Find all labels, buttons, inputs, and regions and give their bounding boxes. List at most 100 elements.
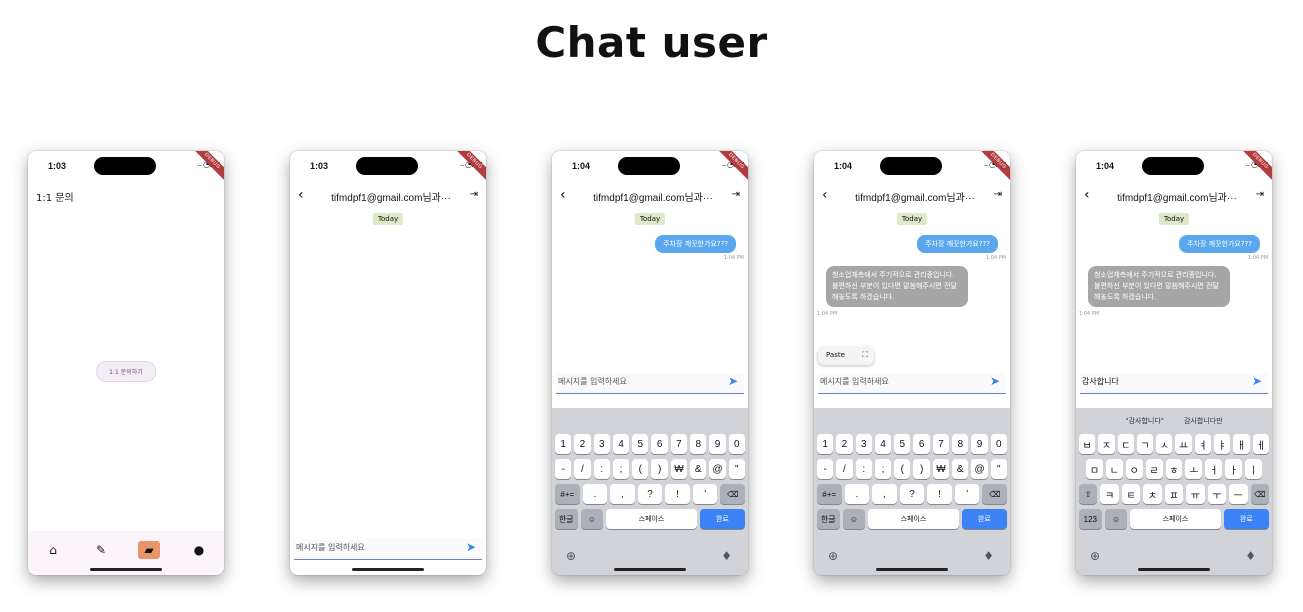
backspace-icon[interactable]: ⌫	[1250, 484, 1269, 504]
mic-icon[interactable]: ♦	[721, 549, 732, 563]
key[interactable]: ㅠ	[1186, 484, 1205, 504]
emoji-icon[interactable]: ☺	[580, 509, 604, 529]
key[interactable]: 8	[690, 434, 707, 454]
key[interactable]: ㅑ	[1214, 434, 1231, 454]
korean-key[interactable]: 한글	[555, 509, 578, 529]
key[interactable]: 6	[651, 434, 668, 454]
key[interactable]: 4	[874, 434, 892, 454]
key[interactable]: 7	[932, 434, 950, 454]
key[interactable]: .	[582, 484, 608, 504]
key[interactable]: ㅕ	[1194, 434, 1212, 454]
key[interactable]: ㅗ	[1185, 459, 1203, 479]
key[interactable]: '	[954, 484, 980, 504]
space-key[interactable]: 스페이스	[606, 509, 697, 529]
key[interactable]: ?	[899, 484, 925, 504]
message-input[interactable]: 메시지를 입력하세요	[820, 376, 889, 387]
key[interactable]: ㅜ	[1207, 484, 1227, 504]
key[interactable]: ㅌ	[1121, 484, 1141, 504]
korean-key[interactable]: 한글	[817, 509, 840, 529]
key[interactable]: -	[817, 459, 834, 479]
key[interactable]: 8	[952, 434, 969, 454]
shift-icon[interactable]: ⇧	[1079, 484, 1098, 504]
key[interactable]: 1	[817, 434, 834, 454]
key[interactable]: ,	[872, 484, 897, 504]
key[interactable]: ㅎ	[1165, 459, 1183, 479]
key[interactable]: /	[836, 459, 853, 479]
key[interactable]: )	[913, 459, 930, 479]
back-icon[interactable]: ‹	[560, 187, 566, 203]
key[interactable]: ?	[637, 484, 663, 504]
key[interactable]: "	[990, 459, 1007, 479]
key[interactable]: /	[574, 459, 591, 479]
back-icon[interactable]: ‹	[298, 187, 304, 203]
key[interactable]: !	[927, 484, 952, 504]
key[interactable]: ㄹ	[1145, 459, 1163, 479]
key[interactable]: ;	[612, 459, 630, 479]
key[interactable]: 4	[612, 434, 630, 454]
backspace-icon[interactable]: ⌫	[720, 484, 746, 504]
person-icon[interactable]: ●	[188, 541, 210, 559]
key[interactable]: ,	[610, 484, 635, 504]
key[interactable]: 6	[913, 434, 930, 454]
key[interactable]: 0	[728, 434, 745, 454]
mic-icon[interactable]: ♦	[1245, 549, 1256, 563]
key[interactable]: '	[692, 484, 718, 504]
key[interactable]: :	[593, 459, 610, 479]
key[interactable]: ㅊ	[1143, 484, 1162, 504]
home-icon[interactable]: ⌂	[42, 541, 64, 559]
key[interactable]: ㅡ	[1229, 484, 1248, 504]
key[interactable]: 1	[555, 434, 572, 454]
message-input[interactable]: 메시지를 입력하세요	[296, 542, 365, 553]
exit-icon[interactable]: ⇥	[1256, 189, 1264, 200]
scan-icon[interactable]: ⛶	[862, 350, 868, 360]
key[interactable]: 0	[990, 434, 1007, 454]
done-key[interactable]: 완료	[699, 509, 745, 529]
send-icon[interactable]: ➤	[1252, 374, 1262, 388]
key[interactable]: "	[728, 459, 745, 479]
chat-icon[interactable]: ▰	[138, 541, 160, 559]
space-key[interactable]: 스페이스	[868, 509, 959, 529]
emoji-icon[interactable]: ☺	[1104, 509, 1128, 529]
key[interactable]: ₩	[670, 459, 688, 479]
key[interactable]: ㅁ	[1086, 459, 1103, 479]
suggestion[interactable]: 감사합니다만	[1184, 416, 1223, 426]
key[interactable]: )	[651, 459, 668, 479]
key[interactable]: ㅔ	[1252, 434, 1269, 454]
key[interactable]: 5	[632, 434, 649, 454]
symbols-key[interactable]: #+=	[817, 484, 842, 504]
mic-icon[interactable]: ♦	[983, 549, 994, 563]
done-key[interactable]: 완료	[961, 509, 1007, 529]
key[interactable]: @	[971, 459, 988, 479]
key[interactable]: 5	[894, 434, 911, 454]
emoji-icon[interactable]: ☺	[842, 509, 866, 529]
space-key[interactable]: 스페이스	[1130, 509, 1221, 529]
backspace-icon[interactable]: ⌫	[982, 484, 1008, 504]
key[interactable]: 9	[709, 434, 726, 454]
key[interactable]: ㄷ	[1117, 434, 1134, 454]
send-icon[interactable]: ➤	[728, 374, 738, 388]
globe-icon[interactable]: ⊕	[566, 549, 576, 563]
send-icon[interactable]: ➤	[466, 540, 476, 554]
key[interactable]: 3	[593, 434, 610, 454]
paste-menu[interactable]: Paste ⛶	[818, 347, 874, 365]
globe-icon[interactable]: ⊕	[1090, 549, 1100, 563]
key[interactable]: ₩	[932, 459, 950, 479]
key[interactable]: &	[952, 459, 969, 479]
exit-icon[interactable]: ⇥	[470, 189, 478, 200]
key[interactable]: ㅣ	[1245, 459, 1263, 479]
exit-icon[interactable]: ⇥	[732, 189, 740, 200]
key[interactable]: 2	[836, 434, 853, 454]
done-key[interactable]: 완료	[1223, 509, 1269, 529]
key[interactable]: 9	[971, 434, 988, 454]
key[interactable]: ㅈ	[1098, 434, 1115, 454]
key[interactable]: ㅏ	[1225, 459, 1243, 479]
key[interactable]: -	[555, 459, 572, 479]
key[interactable]: ㅓ	[1205, 459, 1223, 479]
key[interactable]: :	[855, 459, 872, 479]
message-input[interactable]: 메시지를 입력하세요	[558, 376, 627, 387]
key[interactable]: ㅛ	[1175, 434, 1192, 454]
key[interactable]: ㅂ	[1079, 434, 1096, 454]
key[interactable]: ㅍ	[1164, 484, 1184, 504]
key[interactable]: 7	[670, 434, 688, 454]
paste-label[interactable]: Paste	[826, 351, 845, 359]
